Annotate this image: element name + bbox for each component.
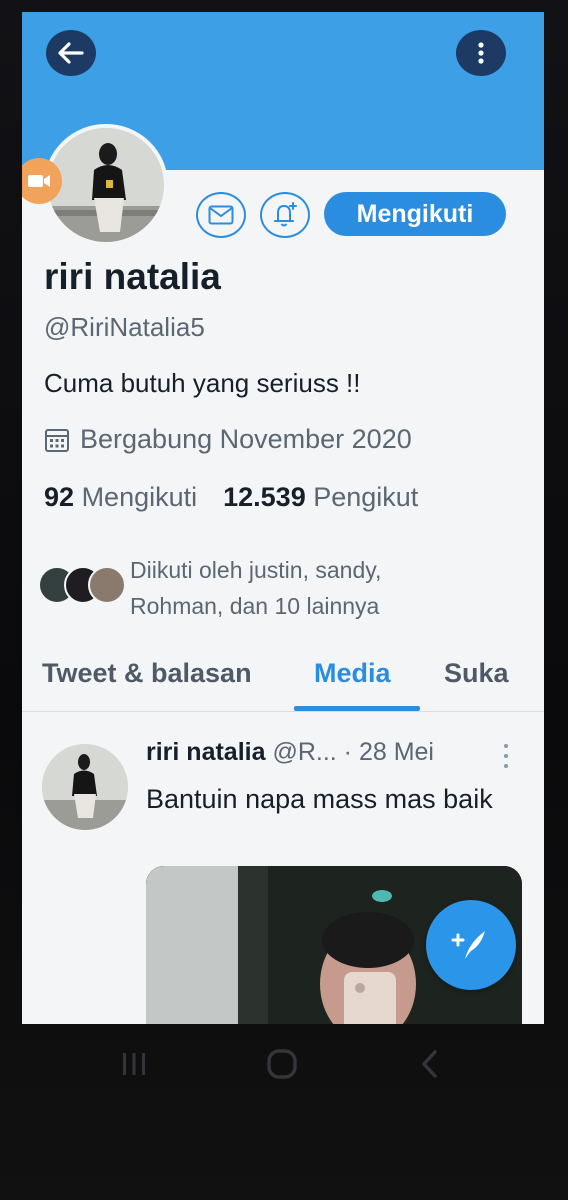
profile-bio: Cuma butuh yang seriuss !! [44, 368, 361, 398]
compose-tweet-icon [451, 931, 485, 959]
android-navigation-bar [0, 1024, 568, 1104]
followed-by-text: Diikuti oleh justin, sandy, Rohman, dan … [130, 552, 381, 624]
message-button[interactable] [196, 192, 246, 238]
recent-apps-button[interactable] [112, 1044, 156, 1084]
chevron-left-icon [422, 1050, 437, 1078]
avatar-photo [48, 128, 164, 242]
followers-stat[interactable]: 12.539 Pengikut [223, 482, 418, 513]
bell-plus-icon [274, 202, 297, 227]
joined-date: Bergabung November 2020 [44, 424, 412, 455]
phone-frame: Mengikuti riri natalia @RiriNatalia5 Cum… [0, 0, 568, 1200]
calendar-icon [45, 428, 69, 452]
app-screen: Mengikuti riri natalia @RiriNatalia5 Cum… [22, 12, 544, 1024]
follow-stats: 92 Mengikuti 12.539 Pengikut [44, 482, 418, 513]
tweet-header: riri natalia @R... · 28 Mei [146, 738, 434, 767]
more-vertical-icon [478, 42, 484, 64]
following-button[interactable]: Mengikuti [324, 192, 506, 236]
home-icon [267, 1049, 297, 1079]
tab-media[interactable]: Media [314, 658, 391, 689]
followers-label: Pengikut [313, 482, 419, 512]
tweet-author-handle: @R... [272, 738, 337, 766]
tab-tweets-replies[interactable]: Tweet & balasan [42, 658, 252, 689]
more-options-button[interactable] [456, 30, 506, 76]
following-stat[interactable]: 92 Mengikuti [44, 482, 197, 513]
compose-tweet-button[interactable] [426, 900, 516, 990]
arrow-left-icon [58, 42, 84, 64]
followers-count: 12.539 [223, 482, 306, 512]
tweet-text: Bantuin napa mass mas baik [146, 784, 493, 814]
profile-tabs: Tweet & balasan Media Suka [22, 644, 544, 712]
followed-by-line2: Rohman, dan 10 lainnya [130, 593, 380, 619]
tab-likes[interactable]: Suka [444, 658, 509, 689]
mail-icon [208, 205, 234, 225]
profile-name: riri natalia [44, 256, 221, 297]
following-label: Mengikuti [81, 482, 198, 512]
followed-by-line1: Diikuti oleh justin, sandy, [130, 557, 382, 583]
joined-label: Bergabung November 2020 [80, 424, 412, 454]
notification-button[interactable] [260, 192, 310, 238]
tweet-avatar[interactable] [42, 744, 128, 830]
profile-handle: @RiriNatalia5 [44, 312, 205, 342]
following-count: 92 [44, 482, 75, 512]
back-nav-button[interactable] [410, 1044, 450, 1084]
profile-avatar[interactable] [44, 124, 168, 246]
video-camera-icon [28, 175, 50, 187]
tweet-separator: · [336, 738, 359, 766]
follower-avatar [88, 566, 126, 604]
tweet-date: 28 Mei [358, 738, 434, 766]
active-tab-indicator [294, 706, 420, 711]
home-button[interactable] [260, 1044, 304, 1084]
tweet-avatar-photo [42, 744, 128, 830]
back-button[interactable] [46, 30, 96, 76]
recent-apps-icon [123, 1053, 145, 1075]
tweet-more-icon[interactable] [502, 744, 510, 768]
tweet-author-name[interactable]: riri natalia [146, 738, 266, 766]
followed-by[interactable]: Diikuti oleh justin, sandy, Rohman, dan … [38, 552, 528, 622]
